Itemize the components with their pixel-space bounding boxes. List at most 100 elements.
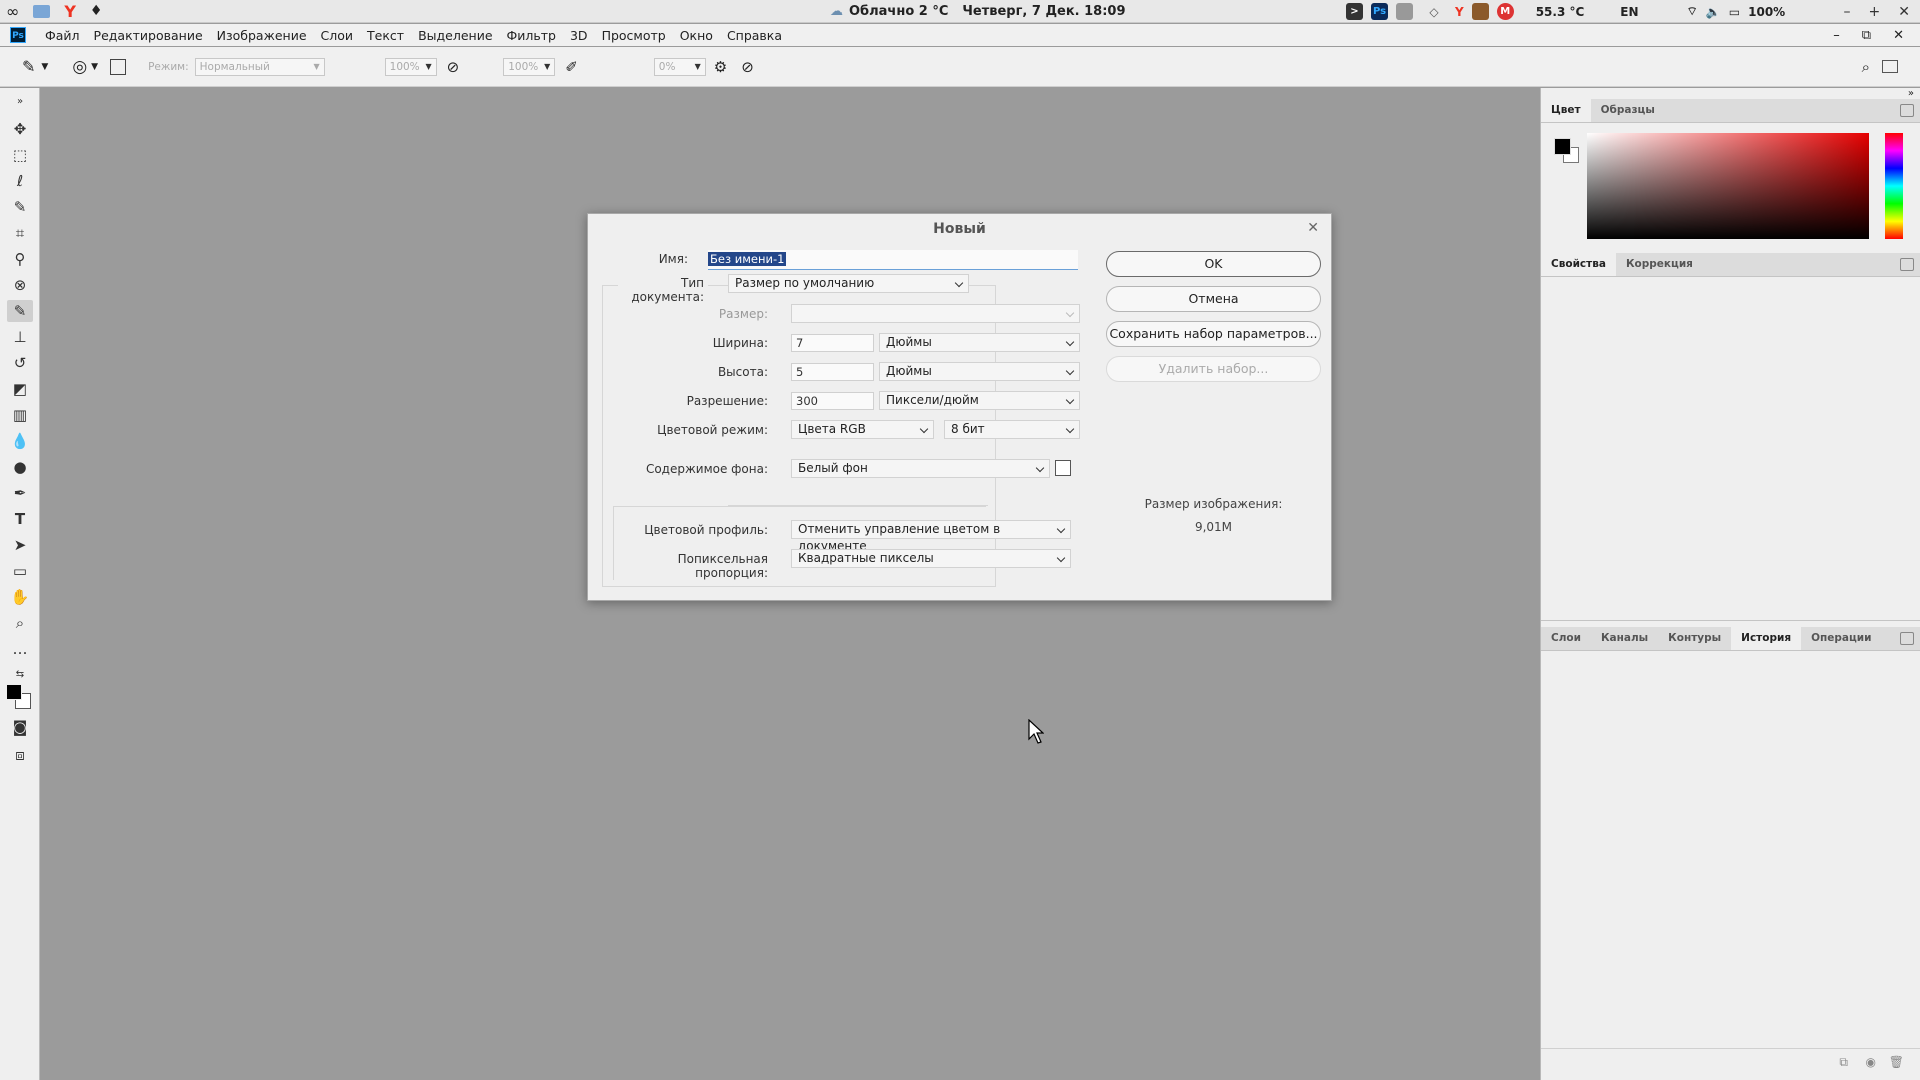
crop-tool-icon[interactable]: ⌗ <box>7 222 33 244</box>
search-icon[interactable]: ⌕ <box>1862 58 1870 76</box>
new-document-icon[interactable]: ⧉ <box>1839 1055 1848 1070</box>
trash-icon[interactable]: 🗑 <box>1889 1055 1904 1069</box>
menu-select[interactable]: Выделение <box>411 28 499 43</box>
flow-select[interactable]: 100% ▼ <box>503 57 556 76</box>
cancel-button[interactable]: Отмена <box>1106 286 1321 312</box>
collapse-icon[interactable]: » <box>7 90 33 112</box>
dropbox-icon[interactable]: ◇ <box>1421 5 1447 19</box>
camera-icon[interactable]: ◉ <box>1866 1055 1876 1069</box>
menu-image[interactable]: Изображение <box>210 28 314 43</box>
monitor-icon[interactable] <box>1396 3 1413 20</box>
panel-menu-icon[interactable] <box>1900 258 1914 271</box>
menu-type[interactable]: Текст <box>360 28 411 43</box>
menu-layers[interactable]: Слои <box>314 28 361 43</box>
dodge-tool-icon[interactable]: ● <box>7 456 33 478</box>
foreground-color-swatch[interactable] <box>6 684 22 700</box>
resolution-unit-select[interactable]: Пиксели/дюйм <box>879 391 1080 410</box>
background-color-box[interactable] <box>1055 460 1071 476</box>
brush-size-icon[interactable]: ◎ <box>72 57 87 77</box>
screen-mode-icon[interactable]: ⧈ <box>7 744 33 766</box>
app-close-icon[interactable]: ✕ <box>1893 28 1904 43</box>
stamp-tool-icon[interactable]: ⊥ <box>7 326 33 348</box>
temperature-text[interactable]: 55.3 °C <box>1536 5 1585 19</box>
terminal-icon[interactable]: > <box>1346 3 1363 20</box>
tab-paths[interactable]: Контуры <box>1658 626 1731 650</box>
quick-mask-icon[interactable]: ◙ <box>7 716 33 738</box>
pressure-size-icon[interactable]: ⊘ <box>741 58 754 76</box>
brush-tool-icon[interactable]: ✎ <box>7 300 33 322</box>
menu-file[interactable]: Файл <box>38 28 87 43</box>
pen-tool-icon[interactable]: ✒ <box>7 482 33 504</box>
panel-collapse-icon[interactable]: » <box>1908 88 1914 99</box>
default-colors-icon[interactable]: ⇆ <box>7 663 33 685</box>
minimize-icon[interactable]: – <box>1844 4 1851 20</box>
history-brush-tool-icon[interactable]: ↺ <box>7 352 33 374</box>
menu-edit[interactable]: Редактирование <box>87 28 210 43</box>
files-icon[interactable] <box>33 4 51 18</box>
workspace-icon[interactable] <box>1882 60 1898 73</box>
eraser-tool-icon[interactable]: ◩ <box>7 378 33 400</box>
lasso-tool-icon[interactable]: ℓ <box>7 170 33 192</box>
app-icon[interactable]: ♦ <box>90 3 103 19</box>
gradient-tool-icon[interactable]: ▥ <box>7 404 33 426</box>
opacity-select[interactable]: 100% ▼ <box>384 57 437 76</box>
package-icon[interactable] <box>1471 3 1489 20</box>
tab-swatches[interactable]: Образцы <box>1591 98 1665 122</box>
tab-actions[interactable]: Операции <box>1801 626 1881 650</box>
eyedropper-tool-icon[interactable]: ⚲ <box>7 248 33 270</box>
wifi-icon[interactable]: ⌔ <box>1687 4 1698 19</box>
gear-icon[interactable]: ⚙ <box>714 58 727 76</box>
type-tool-icon[interactable]: T <box>7 508 33 530</box>
quick-select-tool-icon[interactable]: ✎ <box>7 196 33 218</box>
fg-color-chip[interactable] <box>1554 138 1571 155</box>
height-unit-select[interactable]: Дюймы <box>879 362 1080 381</box>
height-input[interactable]: 5 <box>791 363 874 381</box>
move-tool-icon[interactable]: ✥ <box>7 118 33 140</box>
pixel-aspect-select[interactable]: Квадратные пикселы <box>791 549 1071 568</box>
bitdepth-select[interactable]: 8 бит <box>944 420 1080 439</box>
panel-menu-icon[interactable] <box>1900 104 1914 117</box>
chevron-down-icon[interactable]: ▼ <box>41 62 48 72</box>
width-unit-select[interactable]: Дюймы <box>879 333 1080 352</box>
colormode-select[interactable]: Цвета RGB <box>791 420 934 439</box>
app-minimize-icon[interactable]: – <box>1833 28 1840 43</box>
hand-tool-icon[interactable]: ✋ <box>7 586 33 608</box>
path-select-tool-icon[interactable]: ➤ <box>7 534 33 556</box>
profile-select[interactable]: Отменить управление цветом в документе <box>791 520 1071 553</box>
airbrush-icon[interactable]: ✐ <box>565 58 578 76</box>
background-select[interactable]: Белый фон <box>791 459 1050 478</box>
infinity-icon[interactable]: ∞ <box>6 2 19 21</box>
tab-color[interactable]: Цвет <box>1541 98 1591 122</box>
size-select[interactable] <box>791 304 1080 323</box>
volume-icon[interactable]: 🔈 <box>1706 5 1721 19</box>
mail-icon[interactable]: M <box>1496 3 1514 20</box>
hue-slider[interactable] <box>1885 133 1903 239</box>
color-field[interactable] <box>1587 133 1869 239</box>
battery-text[interactable]: 100% <box>1748 5 1785 19</box>
panel-menu-icon[interactable] <box>1900 632 1914 645</box>
name-input[interactable]: Без имени-1 <box>708 250 1078 270</box>
menu-help[interactable]: Справка <box>720 28 789 43</box>
tab-adjustments[interactable]: Коррекция <box>1616 252 1703 276</box>
tab-history[interactable]: История <box>1731 626 1802 650</box>
yandex-browser-icon[interactable]: Y <box>64 2 76 21</box>
menu-window[interactable]: Окно <box>673 28 720 43</box>
resolution-input[interactable]: 300 <box>791 392 874 410</box>
language-indicator[interactable]: EN <box>1620 5 1638 19</box>
menu-3d[interactable]: 3D <box>563 28 595 43</box>
ok-button[interactable]: OK <box>1106 251 1321 277</box>
rectangle-tool-icon[interactable]: ▭ <box>7 560 33 582</box>
photoshop-tray-icon[interactable]: Ps <box>1371 3 1388 20</box>
delete-preset-button[interactable]: Удалить набор... <box>1106 356 1321 382</box>
tab-properties[interactable]: Свойства <box>1541 252 1616 276</box>
brush-panel-icon[interactable] <box>110 58 127 75</box>
doctype-select[interactable]: Размер по умолчанию <box>728 274 969 293</box>
mode-select[interactable]: Нормальный ▼ <box>194 57 325 76</box>
yandex-tray-icon[interactable]: Y <box>1455 5 1464 19</box>
blur-tool-icon[interactable]: 💧 <box>7 430 33 452</box>
tab-layers[interactable]: Слои <box>1541 626 1591 650</box>
clock-weather[interactable]: ☁ Облачно 2 °C Четверг, 7 Дек. 18:09 <box>830 0 1126 23</box>
menu-filter[interactable]: Фильтр <box>500 28 563 43</box>
zoom-tool-icon[interactable]: ⌕ <box>7 612 33 634</box>
chevron-down-icon[interactable]: ▼ <box>91 62 98 72</box>
